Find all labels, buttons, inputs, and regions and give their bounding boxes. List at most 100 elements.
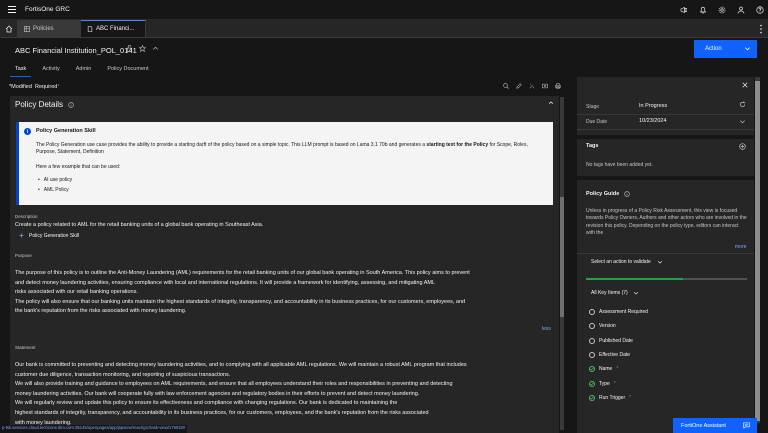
assistant-button[interactable]: FortiOne Assistant xyxy=(673,418,757,433)
section-gap xyxy=(577,135,754,139)
edit-icon[interactable] xyxy=(516,83,522,89)
key-item-published-date[interactable]: Published Date xyxy=(589,334,648,348)
divider xyxy=(577,129,754,130)
skill-tag-label: Policy Generation Skill xyxy=(29,232,80,239)
key-item-label: Name xyxy=(599,366,613,373)
list-item: AML Policy xyxy=(38,187,72,193)
key-item-version[interactable]: Version xyxy=(589,319,648,333)
required-star: * xyxy=(613,380,616,387)
statement-line: money laundering activities. Our bank wi… xyxy=(15,390,420,397)
more-link[interactable]: more xyxy=(735,244,746,250)
circle-icon xyxy=(589,323,595,330)
info-body: The Policy Generation use case provides … xyxy=(36,142,528,156)
key-item-label: Version xyxy=(599,323,616,330)
stage-value: In Progress xyxy=(639,103,668,109)
search-icon[interactable] xyxy=(503,83,509,89)
tab-abc-financial[interactable]: ABC Financi... xyxy=(81,20,146,37)
tab-label: ABC Financi... xyxy=(96,26,135,32)
add-icon[interactable] xyxy=(739,143,746,150)
info-title: Policy Generation Skill xyxy=(36,128,96,134)
ai-edit-icon[interactable] xyxy=(529,83,535,89)
key-item-name[interactable]: Name * xyxy=(589,362,648,376)
help-icon[interactable] xyxy=(756,6,764,14)
statement-label: Statement xyxy=(15,345,36,350)
chevron-down-icon xyxy=(657,261,662,264)
tab-admin[interactable]: Admin xyxy=(71,64,97,77)
info-icon[interactable] xyxy=(68,101,74,108)
tab-activity[interactable]: Activity xyxy=(37,64,64,77)
key-item-label: Type xyxy=(599,380,610,387)
tags-heading: Tags xyxy=(586,143,599,149)
policy-details-section: Policy Details i Policy Generation Skill… xyxy=(10,96,559,433)
scrollbar-thumb[interactable] xyxy=(755,81,760,421)
due-date-value[interactable]: 10/23/2024 xyxy=(639,118,667,124)
view-icon[interactable] xyxy=(542,83,548,89)
statement-line: Our bank is committed to preventing and … xyxy=(15,362,467,368)
checkmark-icon xyxy=(589,394,595,401)
page-header: ABC Financial Institution_POL_0141 Actio… xyxy=(0,38,768,77)
notification-icon[interactable] xyxy=(699,6,707,14)
key-item-assessment-required[interactable]: Assessment Required xyxy=(589,305,648,319)
key-item-type[interactable]: Type * xyxy=(589,376,648,390)
guide-text: Unless in progress of a Policy Risk Asse… xyxy=(586,208,747,236)
guide-heading: Policy Guide xyxy=(586,191,620,197)
assistant-label: FortiOne Assistant xyxy=(681,422,726,429)
divider xyxy=(577,253,754,254)
required-star: * xyxy=(616,366,619,373)
menu-icon[interactable] xyxy=(3,0,21,20)
validate-dropdown[interactable]: Select an action to validate xyxy=(591,259,663,265)
scrollbar-thumb[interactable] xyxy=(560,197,564,317)
settings-icon[interactable] xyxy=(718,6,726,14)
divider xyxy=(577,114,754,115)
chevron-down-icon[interactable] xyxy=(739,118,746,125)
purpose-label: Purpose xyxy=(15,253,32,258)
chat-icon xyxy=(743,422,750,429)
status-url: p-tsk.services.cloud.techzone.ibm.com:35… xyxy=(0,425,188,433)
star-icon[interactable] xyxy=(139,45,146,52)
workspace-tabs: Policies ABC Financi... xyxy=(0,20,768,38)
statement-line: customer due diligence, transaction moni… xyxy=(15,371,231,378)
document-icon xyxy=(87,26,93,32)
key-item-label: Effective Date xyxy=(599,352,631,359)
key-item-run-trigger[interactable]: Run Trigger * xyxy=(589,391,648,405)
action-button[interactable]: Action xyxy=(694,40,757,58)
less-link[interactable]: less xyxy=(542,326,551,332)
validate-label: Select an action to validate xyxy=(591,259,651,265)
key-items-dropdown[interactable]: All Key Items (7) xyxy=(591,290,639,296)
chevron-down-icon xyxy=(745,47,750,51)
statement-line: We will also provide training and guidan… xyxy=(15,381,453,388)
close-icon[interactable] xyxy=(742,82,748,88)
main-scrollbar[interactable] xyxy=(560,97,564,430)
lock-icon[interactable] xyxy=(126,45,133,52)
tab-task[interactable]: Task xyxy=(10,64,32,77)
side-panel-scrollbar[interactable] xyxy=(755,77,760,423)
info-icon[interactable] xyxy=(624,191,631,197)
list-item: AI use policy xyxy=(38,177,72,183)
required-star: * xyxy=(629,394,632,401)
refresh-icon[interactable] xyxy=(739,101,746,108)
key-items-label: All Key Items (7) xyxy=(591,290,628,296)
announcement-icon[interactable] xyxy=(680,6,688,14)
user-icon[interactable] xyxy=(737,6,745,14)
policy-guide-header: Policy Guide xyxy=(586,191,631,197)
key-item-effective-date[interactable]: Effective Date xyxy=(589,348,648,362)
checkmark-icon xyxy=(589,380,595,387)
main-content: *Modified Required * Policy Details i Pol… xyxy=(0,77,567,433)
skill-tag[interactable]: Policy Generation Skill xyxy=(18,232,79,239)
chevron-up-icon[interactable] xyxy=(548,100,554,106)
tab-policies[interactable]: Policies xyxy=(18,20,81,37)
statement-line: highest standards of integrity, transpar… xyxy=(15,410,429,416)
tab-policy-document[interactable]: Policy Document xyxy=(102,64,153,77)
chevron-up-icon[interactable] xyxy=(152,45,159,52)
statement-line: We will regularly review and update this… xyxy=(15,400,398,407)
required-star: * xyxy=(57,83,60,90)
home-button[interactable] xyxy=(0,20,18,37)
overflow-menu-icon[interactable] xyxy=(759,24,763,34)
print-icon[interactable] xyxy=(555,83,561,89)
key-item-label: Run Trigger xyxy=(599,394,626,401)
validation-progress xyxy=(586,278,747,280)
tab-label: Policies xyxy=(33,25,54,32)
home-icon xyxy=(5,25,12,32)
purpose-line: the bank's reputation from the risks ass… xyxy=(15,308,187,315)
top-header: FortisOne GRC xyxy=(0,0,768,20)
